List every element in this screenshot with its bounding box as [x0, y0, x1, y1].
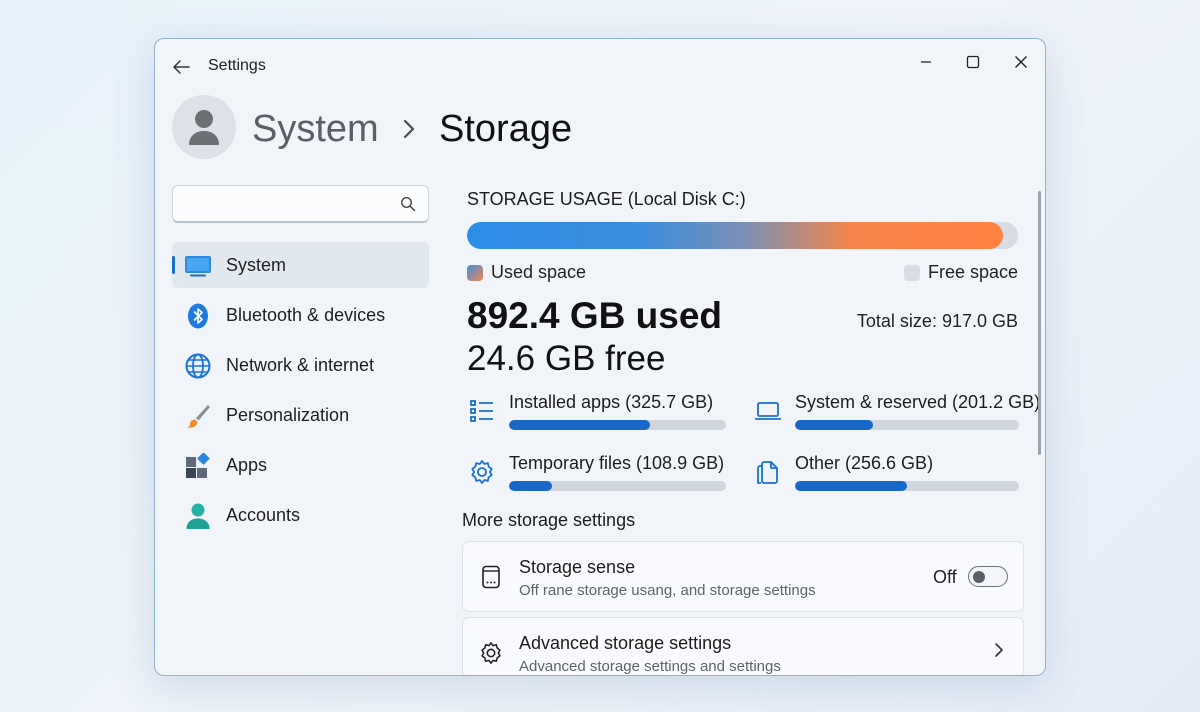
- minimize-icon: [921, 61, 931, 63]
- legend-free-label: Free space: [927, 262, 1018, 282]
- laptop-icon: [753, 396, 783, 426]
- sidebar-item-personalization[interactable]: Personalization: [172, 392, 429, 438]
- active-indicator: [172, 256, 175, 274]
- category-fill: [795, 420, 874, 430]
- advanced-storage-title: Advanced storage settings: [519, 633, 732, 653]
- breadcrumb-parent[interactable]: System: [252, 105, 379, 153]
- storage-drive-icon: [479, 564, 503, 590]
- paintbrush-icon: [184, 403, 212, 429]
- advanced-storage-subtitle: Advanced storage settings and settings: [519, 658, 781, 675]
- sidebar-item-label: Bluetooth & devices: [226, 304, 386, 325]
- sidebar-item-label: Network & internet: [226, 354, 375, 375]
- page-title: Storage: [439, 108, 573, 150]
- free-amount: 24.6 GB free: [467, 339, 666, 378]
- files-icon: [753, 457, 783, 487]
- legend-used-label: Used space: [491, 262, 587, 282]
- used-amount: 892.4 GB used: [467, 295, 723, 336]
- title-bar: Settings: [155, 39, 1045, 91]
- storage-usage-fill: [467, 222, 1004, 249]
- close-icon: [1015, 56, 1027, 68]
- gear-icon: [479, 640, 503, 666]
- bluetooth-icon: [184, 303, 212, 329]
- sidebar-item-label: System: [226, 254, 287, 275]
- search-input[interactable]: [173, 186, 393, 220]
- chevron-right-icon: [395, 111, 423, 159]
- section-title-more-settings: More storage settings: [462, 510, 636, 530]
- advanced-storage-card[interactable]: Advanced storage settings Advanced stora…: [462, 617, 1024, 675]
- scrollbar[interactable]: [1038, 191, 1041, 455]
- globe-icon: [184, 353, 212, 379]
- storage-sense-toggle[interactable]: [968, 566, 1008, 587]
- category-bar: [795, 481, 1019, 491]
- category-system-reserved[interactable]: System & reserved (201.2 GB): [753, 392, 1040, 442]
- storage-usage-bar: [467, 222, 1018, 249]
- category-label: System & reserved (201.2 GB): [795, 392, 1041, 412]
- avatar[interactable]: [172, 95, 236, 159]
- storage-sense-card[interactable]: Storage sense Off rane storage usang, an…: [462, 541, 1024, 612]
- back-button[interactable]: [169, 55, 193, 79]
- category-fill: [795, 481, 907, 491]
- sidebar-item-bluetooth[interactable]: Bluetooth & devices: [172, 292, 429, 338]
- used-swatch: [467, 264, 483, 281]
- sidebar-item-accounts[interactable]: Accounts: [172, 492, 429, 538]
- apps-icon: [184, 453, 212, 479]
- free-swatch: [903, 264, 920, 281]
- close-button[interactable]: [1004, 49, 1038, 75]
- category-label: Other (256.6 GB): [795, 453, 934, 473]
- category-bar: [509, 481, 726, 491]
- list-icon: [467, 396, 497, 426]
- settings-window: Settings System Storage System Bluetooth…: [154, 38, 1046, 676]
- storage-usage-title: STORAGE USAGE (Local Disk C:): [467, 189, 746, 209]
- minimize-button[interactable]: [909, 49, 943, 75]
- sidebar-item-system[interactable]: System: [172, 242, 429, 288]
- sidebar-item-label: Apps: [226, 454, 268, 475]
- storage-sense-title: Storage sense: [519, 557, 636, 577]
- toggle-state-label: Off: [933, 567, 957, 587]
- legend-used: Used space: [467, 262, 586, 283]
- gear-icon: [467, 457, 497, 487]
- sidebar-item-apps[interactable]: Apps: [172, 442, 429, 488]
- sidebar-item-label: Accounts: [226, 504, 301, 525]
- category-fill: [509, 481, 553, 491]
- toggle-knob: [973, 570, 985, 583]
- monitor-icon: [184, 253, 212, 279]
- app-title: Settings: [208, 57, 266, 74]
- storage-sense-subtitle: Off rane storage usang, and storage sett…: [519, 582, 816, 599]
- arrow-left-icon: [173, 60, 190, 74]
- legend-free: Free space: [903, 262, 1018, 283]
- category-installed-apps[interactable]: Installed apps (325.7 GB): [467, 392, 727, 442]
- person-icon: [184, 503, 212, 529]
- search-box[interactable]: [172, 185, 429, 223]
- maximize-button[interactable]: [956, 49, 990, 75]
- category-label: Installed apps (325.7 GB): [509, 392, 714, 412]
- category-fill: [509, 420, 651, 430]
- maximize-icon: [966, 55, 980, 69]
- search-icon[interactable]: [400, 196, 416, 212]
- category-bar: [509, 420, 726, 430]
- chevron-right-icon: [995, 643, 1003, 657]
- sidebar-item-label: Personalization: [226, 404, 350, 425]
- total-size: Total size: 917.0 GB: [856, 311, 1018, 331]
- category-label: Temporary files (108.9 GB): [509, 453, 725, 473]
- sidebar-item-network[interactable]: Network & internet: [172, 342, 429, 388]
- category-bar: [795, 420, 1019, 430]
- user-avatar-icon: [189, 110, 219, 145]
- category-temporary-files[interactable]: Temporary files (108.9 GB): [467, 453, 727, 503]
- category-other[interactable]: Other (256.6 GB): [753, 453, 1019, 503]
